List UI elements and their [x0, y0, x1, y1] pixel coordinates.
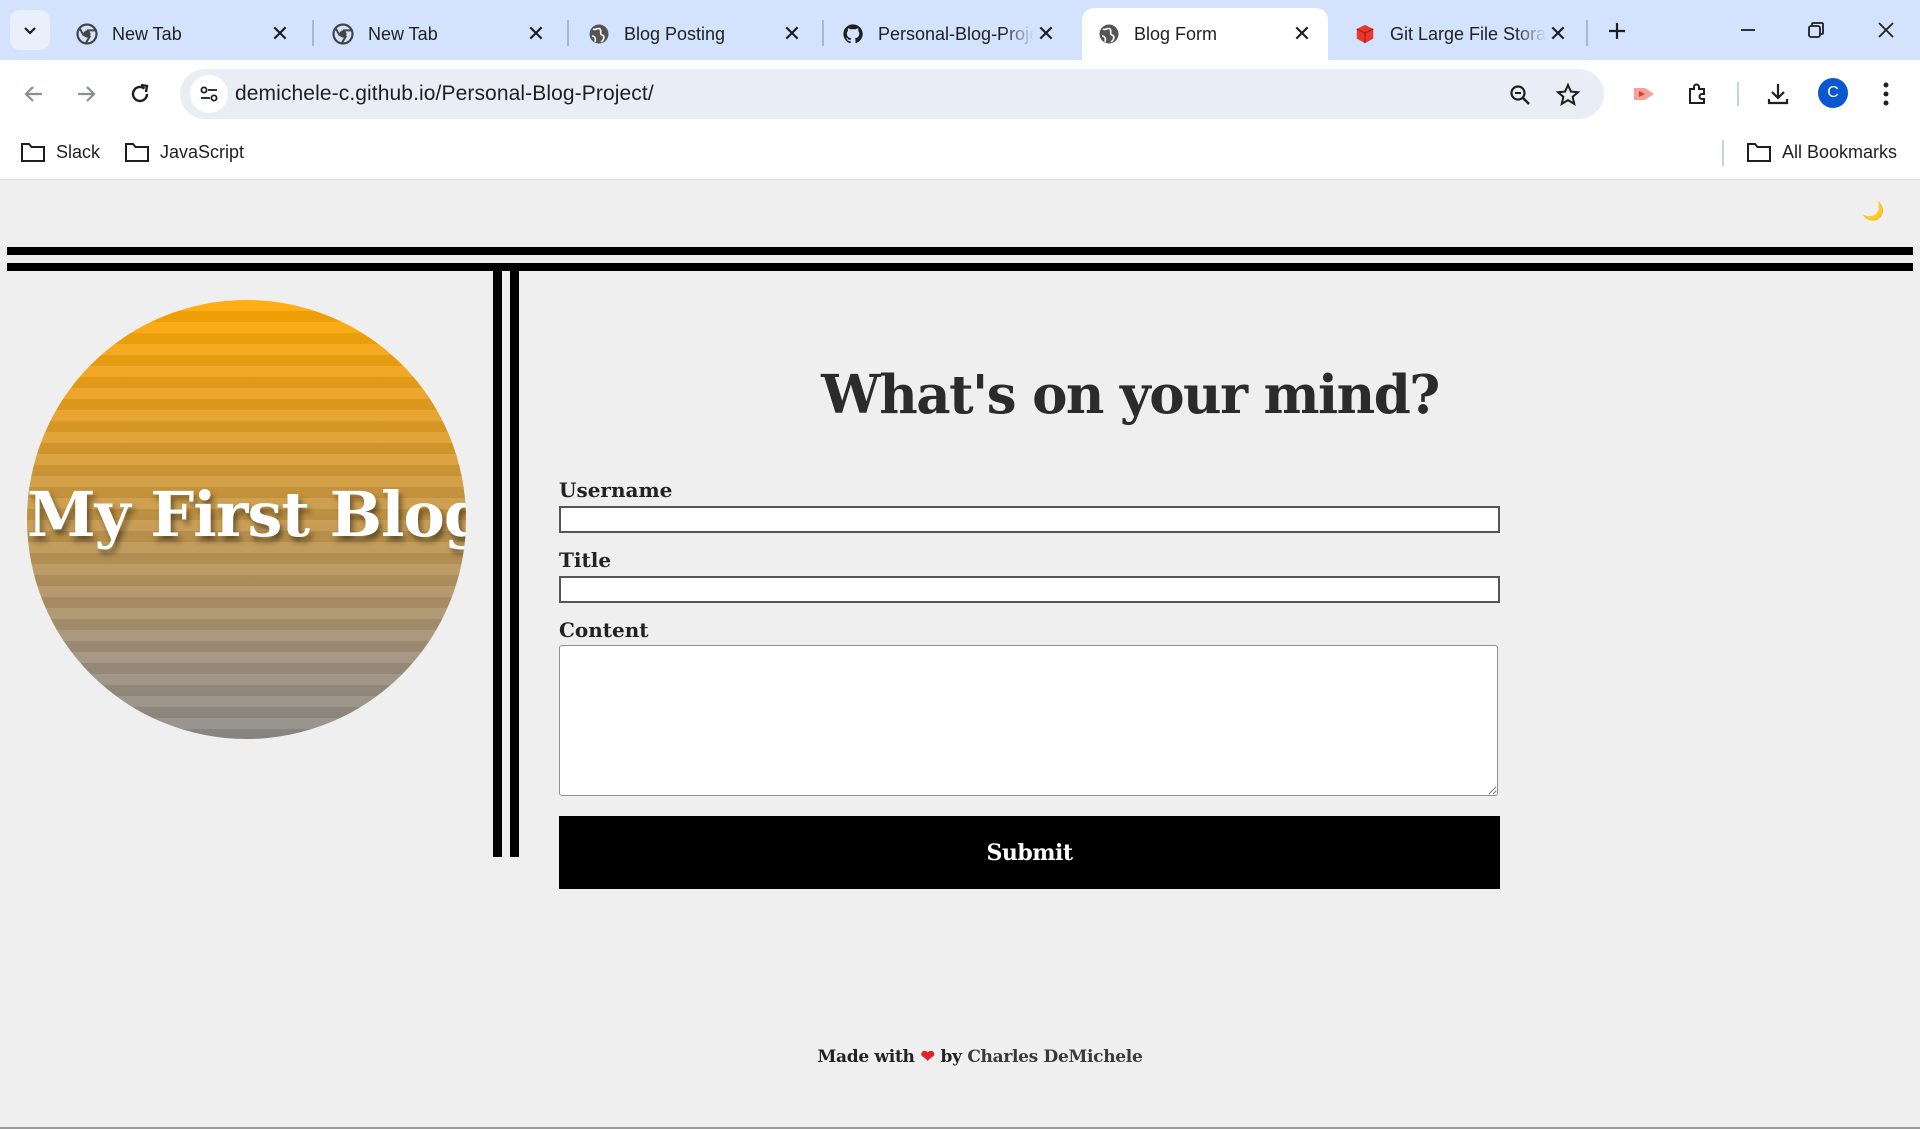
restore-button[interactable] — [1786, 8, 1846, 52]
blog-logo-title: My First Blog — [27, 478, 466, 551]
tab-separator — [567, 20, 569, 46]
title-input[interactable] — [559, 576, 1500, 603]
title-label: Title — [559, 548, 612, 572]
footer: Made with ❤ by Charles DeMichele — [0, 1047, 1920, 1067]
close-window-button[interactable] — [1856, 8, 1916, 52]
restore-icon — [1808, 22, 1824, 38]
tab-new-tab-2[interactable]: New Tab ✕ — [316, 8, 562, 60]
forward-button[interactable] — [66, 74, 106, 114]
chrome-icon — [332, 23, 354, 45]
close-icon[interactable]: ✕ — [780, 21, 804, 46]
tab-new-tab-1[interactable]: New Tab ✕ — [60, 8, 306, 60]
heart-icon: ❤ — [920, 1047, 935, 1067]
bookmark-label: Slack — [56, 141, 101, 162]
chrome-icon — [76, 23, 98, 45]
bookmark-star-icon[interactable] — [1554, 81, 1582, 109]
tab-label: Blog Form — [1134, 23, 1218, 44]
sidebar-rule-right — [510, 271, 519, 857]
tab-label: New Tab — [368, 23, 438, 44]
minimize-button[interactable] — [1718, 8, 1778, 52]
all-bookmarks-button[interactable]: All Bookmarks — [1746, 138, 1897, 166]
footer-author: Charles DeMichele — [967, 1047, 1143, 1067]
tab-personal-blog-project[interactable]: Personal-Blog-Project ✕ — [826, 8, 1072, 60]
bookmark-folder-javascript[interactable]: JavaScript — [124, 138, 244, 166]
tab-separator — [1586, 20, 1588, 46]
zoom-icon[interactable] — [1506, 81, 1534, 109]
globe-icon — [588, 23, 610, 45]
bookmark-label: JavaScript — [160, 141, 245, 162]
bookmarks-divider — [1722, 140, 1724, 166]
bookmark-folder-slack[interactable]: Slack — [20, 138, 100, 166]
blog-logo: My First Blog — [27, 300, 466, 739]
address-bar[interactable]: demichele-c.github.io/Personal-Blog-Proj… — [180, 69, 1604, 119]
tab-label: New Tab — [112, 23, 182, 44]
theme-toggle-moon-icon[interactable]: 🌙 — [1862, 201, 1884, 222]
header-rule-top — [7, 247, 1913, 255]
plus-icon — [1609, 23, 1625, 39]
extensions-icon[interactable] — [1680, 76, 1716, 112]
back-button[interactable] — [14, 74, 54, 114]
url-text: demichele-c.github.io/Personal-Blog-Proj… — [235, 82, 654, 105]
tab-label: Git Large File Storage — [1390, 23, 1546, 44]
username-input[interactable] — [559, 506, 1500, 533]
folder-icon — [21, 143, 45, 162]
folder-icon — [125, 143, 149, 162]
tab-separator — [822, 20, 824, 46]
browser-toolbar: demichele-c.github.io/Personal-Blog-Proj… — [0, 60, 1920, 126]
tab-blog-posting[interactable]: Blog Posting ✕ — [572, 8, 818, 60]
close-icon[interactable]: ✕ — [1546, 21, 1570, 46]
chevron-down-icon — [24, 27, 36, 35]
tab-label: Personal-Blog-Project — [878, 23, 1034, 44]
arrow-right-icon — [78, 86, 96, 102]
submit-button[interactable]: Submit — [559, 816, 1500, 889]
site-settings-icon[interactable] — [190, 75, 228, 113]
profile-avatar[interactable]: C — [1818, 78, 1848, 108]
screencastify-extension-icon[interactable] — [1626, 76, 1662, 112]
tab-label: Blog Posting — [624, 23, 726, 44]
arrow-left-icon — [24, 86, 42, 102]
close-icon[interactable]: ✕ — [1290, 21, 1314, 46]
github-icon — [842, 23, 864, 45]
content-textarea[interactable] — [559, 645, 1498, 796]
tab-strip: New Tab ✕ New Tab ✕ Blog Posting ✕ Perso… — [0, 0, 1920, 60]
sidebar-rule-left — [493, 271, 502, 857]
tab-blog-form[interactable]: Blog Form ✕ — [1082, 8, 1328, 60]
more-menu-icon[interactable] — [1868, 76, 1904, 112]
minimize-icon — [1741, 29, 1755, 31]
close-icon[interactable]: ✕ — [268, 21, 292, 46]
form-heading: What's on your mind? — [821, 364, 1440, 426]
folder-icon — [1747, 143, 1771, 162]
footer-by: by — [940, 1047, 962, 1067]
bookmarks-bar: Slack JavaScript All Bookmarks — [0, 126, 1920, 180]
close-icon[interactable]: ✕ — [1034, 21, 1058, 46]
content-label: Content — [559, 618, 649, 642]
tab-git-lfs[interactable]: Git Large File Storage ✕ — [1338, 8, 1584, 60]
close-icon[interactable]: ✕ — [524, 21, 548, 46]
tab-search-button[interactable] — [10, 10, 50, 50]
toolbar-divider — [1737, 82, 1739, 106]
close-icon — [1878, 22, 1894, 38]
new-tab-button[interactable] — [1600, 14, 1634, 48]
git-lfs-icon — [1354, 23, 1376, 45]
page-viewport: 🌙 My First Blog What's on your mind? Use… — [0, 181, 1920, 1129]
footer-made-with: Made with — [817, 1047, 915, 1067]
reload-button[interactable] — [120, 74, 160, 114]
header-rule-bottom — [7, 263, 1913, 271]
username-label: Username — [559, 478, 673, 502]
downloads-icon[interactable] — [1760, 76, 1796, 112]
globe-icon — [1098, 23, 1120, 45]
all-bookmarks-label: All Bookmarks — [1782, 141, 1898, 162]
tab-separator — [312, 20, 314, 46]
reload-icon — [131, 83, 149, 103]
